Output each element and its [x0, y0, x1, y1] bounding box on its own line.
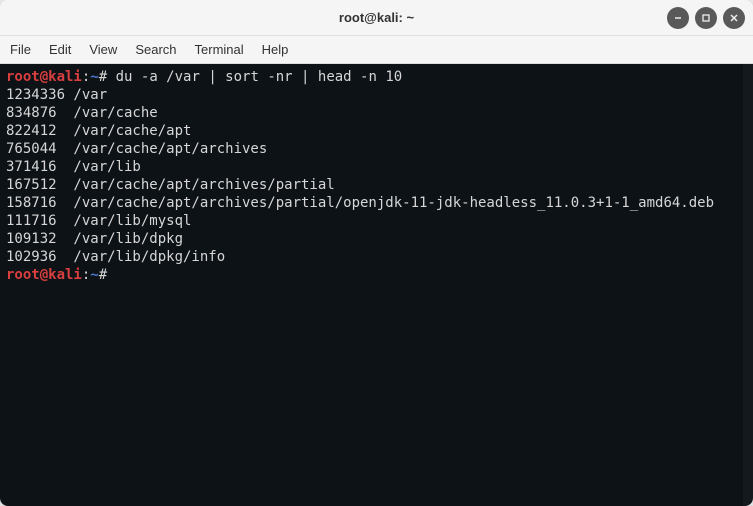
prompt-hash: #: [99, 69, 107, 85]
window-title: root@kali: ~: [339, 10, 414, 25]
terminal-area[interactable]: root@kali:~# du -a /var | sort -nr | hea…: [0, 64, 753, 506]
maximize-icon: [701, 13, 711, 23]
titlebar: root@kali: ~: [0, 0, 753, 36]
output-line: 109132 /var/lib/dpkg: [6, 230, 747, 248]
close-button[interactable]: [723, 7, 745, 29]
output-line: 765044 /var/cache/apt/archives: [6, 140, 747, 158]
cursor-space: [107, 267, 115, 283]
menu-view[interactable]: View: [89, 42, 117, 57]
prompt-hash: #: [99, 267, 107, 283]
terminal-window: root@kali: ~ File Edit View Search Termi…: [0, 0, 753, 506]
menu-file[interactable]: File: [10, 42, 31, 57]
menu-edit[interactable]: Edit: [49, 42, 71, 57]
output-line: 167512 /var/cache/apt/archives/partial: [6, 176, 747, 194]
output-line: 111716 /var/lib/mysql: [6, 212, 747, 230]
menu-search[interactable]: Search: [135, 42, 176, 57]
prompt-line-1: root@kali:~# du -a /var | sort -nr | hea…: [6, 68, 747, 86]
prompt-user: root@kali: [6, 69, 82, 85]
minimize-button[interactable]: [667, 7, 689, 29]
menu-help[interactable]: Help: [262, 42, 289, 57]
menubar: File Edit View Search Terminal Help: [0, 36, 753, 64]
prompt-line-2: root@kali:~#: [6, 267, 116, 283]
output-line: 158716 /var/cache/apt/archives/partial/o…: [6, 194, 747, 212]
prompt-path: ~: [90, 267, 98, 283]
minimize-icon: [673, 13, 683, 23]
prompt-user: root@kali: [6, 267, 82, 283]
menu-terminal[interactable]: Terminal: [195, 42, 244, 57]
output-line: 834876 /var/cache: [6, 104, 747, 122]
window-controls: [667, 7, 745, 29]
output-line: 371416 /var/lib: [6, 158, 747, 176]
close-icon: [729, 13, 739, 23]
output-line: 822412 /var/cache/apt: [6, 122, 747, 140]
command-value: du -a /var | sort -nr | head -n 10: [116, 69, 403, 85]
output-line: 102936 /var/lib/dpkg/info: [6, 248, 747, 266]
command-text: du -a /var | sort -nr | head -n 10: [107, 69, 402, 85]
output-line: 1234336 /var: [6, 86, 747, 104]
maximize-button[interactable]: [695, 7, 717, 29]
prompt-path: ~: [90, 69, 98, 85]
scrollbar[interactable]: [743, 64, 753, 506]
